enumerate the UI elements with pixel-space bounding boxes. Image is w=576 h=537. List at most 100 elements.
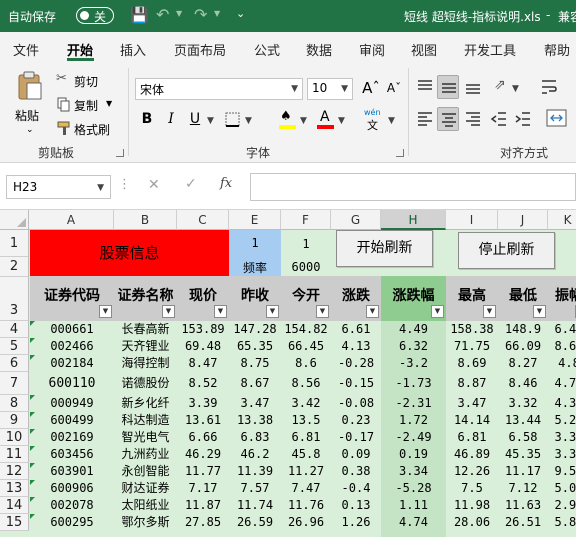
row-header[interactable]: 15: [0, 514, 29, 531]
stock-code-cell[interactable]: 002184: [30, 355, 114, 372]
filter-dropdown-icon[interactable]: ▼: [483, 305, 496, 318]
stock-code-cell[interactable]: 002169: [30, 429, 114, 446]
enter-formula-icon[interactable]: ✓: [185, 176, 197, 192]
table-cell[interactable]: 12.26: [446, 463, 498, 480]
table-cell[interactable]: 3.32: [498, 395, 548, 412]
stock-name-cell[interactable]: 九洲药业: [114, 446, 177, 463]
table-cell[interactable]: 14.14: [446, 412, 498, 429]
align-right-icon[interactable]: [464, 110, 482, 128]
stock-name-cell[interactable]: 长春高新: [114, 321, 177, 338]
filter-dropdown-icon[interactable]: ▼: [366, 305, 379, 318]
table-cell[interactable]: 13.38: [229, 412, 281, 429]
table-cell[interactable]: 11.77: [177, 463, 229, 480]
stock-code-cell[interactable]: 600499: [30, 412, 114, 429]
table-cell[interactable]: 11.63: [498, 497, 548, 514]
table-cell[interactable]: 3.39: [177, 395, 229, 412]
table-cell[interactable]: 71.75: [446, 338, 498, 355]
table-cell[interactable]: -2.31: [381, 395, 446, 412]
table-cell[interactable]: 158.38: [446, 321, 498, 338]
row-header[interactable]: 12: [0, 463, 29, 480]
align-left-icon[interactable]: [416, 110, 434, 128]
stock-name-cell[interactable]: 天齐锂业: [114, 338, 177, 355]
orientation-dropdown-icon[interactable]: ▼: [512, 84, 519, 94]
underline-button[interactable]: U: [185, 108, 205, 130]
column-header[interactable]: A: [29, 210, 114, 230]
table-cell[interactable]: 5.83: [548, 514, 576, 531]
table-cell[interactable]: 11.39: [229, 463, 281, 480]
redo-icon[interactable]: ↷: [194, 5, 207, 24]
column-header[interactable]: J: [498, 210, 548, 230]
filter-dropdown-icon[interactable]: ▼: [99, 305, 112, 318]
table-cell[interactable]: 1.72: [381, 412, 446, 429]
table-cell[interactable]: 6.81: [281, 429, 331, 446]
phonetic-dropdown-icon[interactable]: ▼: [388, 116, 395, 126]
font-color-dropdown-icon[interactable]: ▼: [338, 116, 345, 126]
table-cell[interactable]: 11.87: [177, 497, 229, 514]
table-cell[interactable]: -0.4: [331, 480, 381, 497]
table-cell[interactable]: 5.23: [548, 412, 576, 429]
table-cell[interactable]: 6.81: [446, 429, 498, 446]
table-cell[interactable]: 11.74: [229, 497, 281, 514]
font-color-button[interactable]: A: [314, 108, 336, 130]
table-cell[interactable]: 66.09: [498, 338, 548, 355]
stop-refresh-button[interactable]: 停止刷新: [458, 232, 555, 269]
table-cell[interactable]: 6.61: [331, 321, 381, 338]
format-painter-button[interactable]: 格式刷: [53, 118, 113, 138]
column-header[interactable]: B: [114, 210, 177, 230]
filter-dropdown-icon[interactable]: ▼: [162, 305, 175, 318]
table-cell[interactable]: 1.26: [331, 514, 381, 531]
row-header[interactable]: 10: [0, 429, 29, 446]
stock-code-cell[interactable]: 000661: [30, 321, 114, 338]
table-cell[interactable]: 2.98: [548, 497, 576, 514]
column-header[interactable]: C: [177, 210, 229, 230]
table-cell[interactable]: 6.44: [548, 321, 576, 338]
table-cell[interactable]: -0.08: [331, 395, 381, 412]
row-header[interactable]: 14: [0, 497, 29, 514]
table-cell[interactable]: 8.56: [281, 372, 331, 395]
stock-name-cell[interactable]: 智光电气: [114, 429, 177, 446]
table-cell[interactable]: 45.8: [281, 446, 331, 463]
font-launcher-icon[interactable]: [396, 149, 404, 157]
table-cell[interactable]: 6.58: [498, 429, 548, 446]
stock-code-cell[interactable]: 600295: [30, 514, 114, 531]
table-cell[interactable]: 65.35: [229, 338, 281, 355]
decrease-font-button[interactable]: Aˇ: [384, 80, 404, 100]
table-cell[interactable]: 11.17: [498, 463, 548, 480]
stock-name-cell[interactable]: 海得控制: [114, 355, 177, 372]
bold-button[interactable]: B: [137, 108, 157, 130]
undo-icon[interactable]: ↶: [156, 5, 169, 24]
row-header[interactable]: 5: [0, 338, 29, 355]
table-cell[interactable]: 3.37: [548, 429, 576, 446]
table-cell[interactable]: 11.27: [281, 463, 331, 480]
stock-name-cell[interactable]: 诺德股份: [114, 372, 177, 395]
stock-name-cell[interactable]: 科达制造: [114, 412, 177, 429]
font-size-combo[interactable]: 10 ▼: [307, 78, 353, 100]
table-cell[interactable]: 1.11: [381, 497, 446, 514]
tab-insert[interactable]: 插入: [120, 40, 146, 59]
stock-code-cell[interactable]: 002078: [30, 497, 114, 514]
row-header[interactable]: 2: [0, 257, 29, 277]
tab-home[interactable]: 开始: [67, 40, 93, 59]
table-cell[interactable]: -0.15: [331, 372, 381, 395]
table-cell[interactable]: 8.6: [281, 355, 331, 372]
table-cell[interactable]: 13.5: [281, 412, 331, 429]
table-cell[interactable]: 148.9: [498, 321, 548, 338]
table-cell[interactable]: 45.35: [498, 446, 548, 463]
table-cell[interactable]: 7.47: [281, 480, 331, 497]
merge-center-icon[interactable]: [546, 108, 568, 130]
undo-dropdown-icon[interactable]: ▼: [176, 9, 182, 18]
table-cell[interactable]: 4.8: [548, 355, 576, 372]
table-cell[interactable]: 7.12: [498, 480, 548, 497]
table-cell[interactable]: 7.17: [177, 480, 229, 497]
table-cell[interactable]: 6.32: [381, 338, 446, 355]
name-box-dropdown-icon[interactable]: ▼: [97, 183, 104, 193]
align-middle-button[interactable]: [437, 75, 459, 99]
table-cell[interactable]: 8.46: [498, 372, 548, 395]
table-cell[interactable]: 8.75: [229, 355, 281, 372]
table-cell[interactable]: 46.89: [446, 446, 498, 463]
stock-code-cell[interactable]: 600906: [30, 480, 114, 497]
table-cell[interactable]: 46.2: [229, 446, 281, 463]
table-cell[interactable]: 7.5: [446, 480, 498, 497]
table-cell[interactable]: -3.2: [381, 355, 446, 372]
font-size-dropdown-icon[interactable]: ▼: [341, 84, 348, 94]
